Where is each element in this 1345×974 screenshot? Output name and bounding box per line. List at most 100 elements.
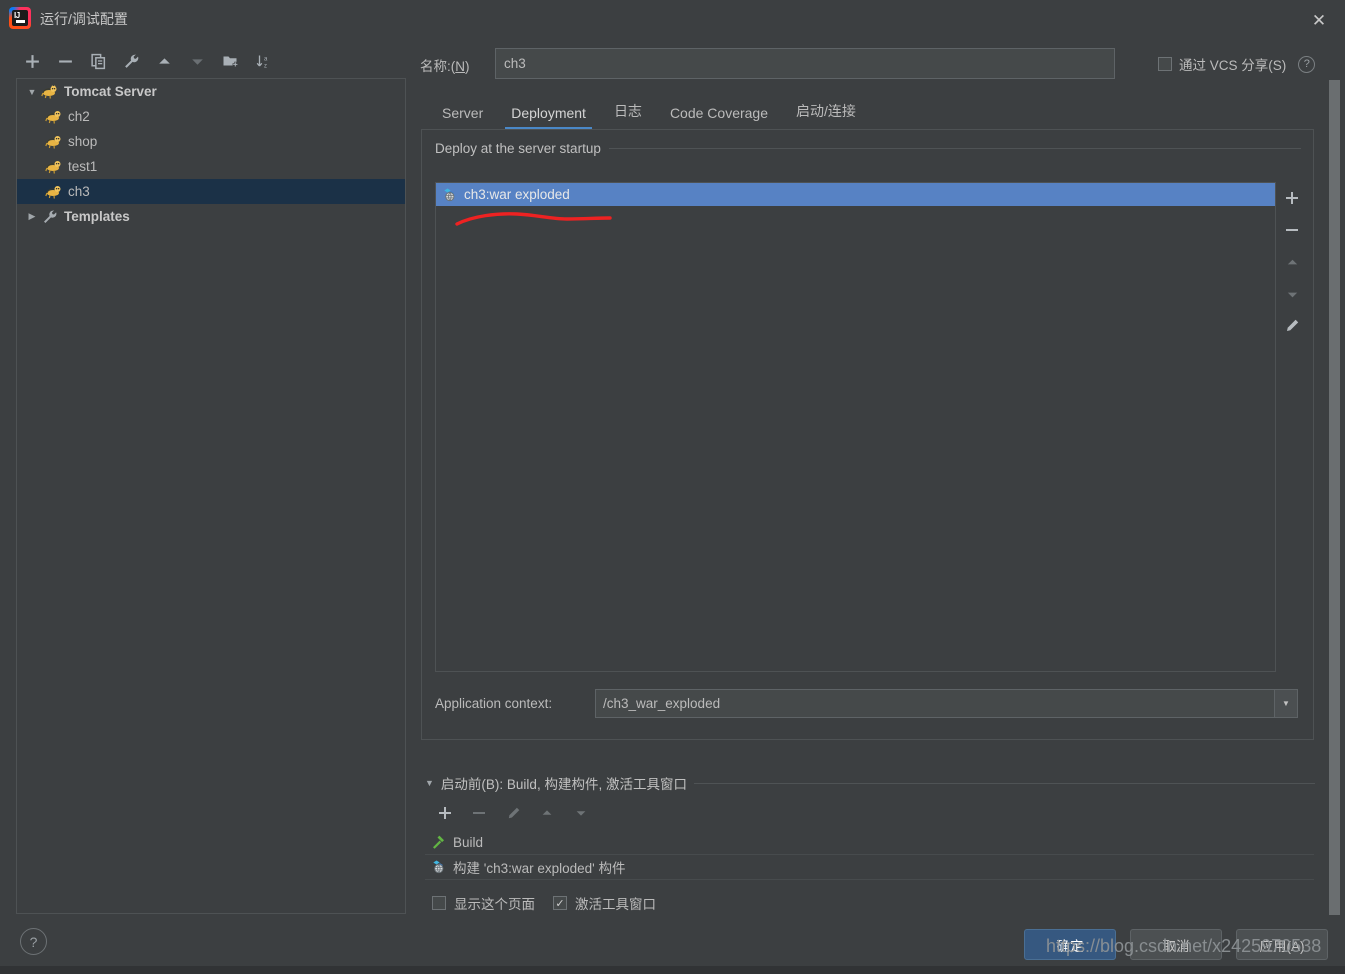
task-label: 构建 'ch3:war exploded' 构件 (453, 861, 626, 876)
tree-node-label: test1 (68, 159, 98, 174)
minus-icon (1286, 229, 1298, 231)
dialog-scrollbar[interactable] (1329, 80, 1340, 915)
intellij-idea-logo-icon: IJ (9, 7, 31, 29)
task-label: Build (453, 834, 484, 850)
edit-templates-button[interactable] (115, 47, 148, 75)
arrow-up-icon (1287, 259, 1297, 264)
ok-button[interactable]: 确定 (1024, 929, 1116, 960)
share-vcs-label: 通过 VCS 分享(S) (1179, 58, 1287, 73)
run-debug-configurations-dialog: IJ 运行/调试配置 ✕ a z ▼ Tomcat Server ch2 sho… (0, 0, 1345, 974)
title-bar: IJ 运行/调试配置 ✕ (0, 0, 1345, 38)
tomcat-icon (45, 184, 63, 200)
tree-node-test1[interactable]: test1 (17, 154, 405, 179)
tree-node-label: Templates (64, 209, 130, 224)
before-launch-task-list[interactable]: Build 构建 'ch3:war exploded' 构件 (425, 830, 1314, 882)
tree-node-shop[interactable]: shop (17, 129, 405, 154)
arrow-down-icon (1287, 292, 1297, 297)
pencil-icon (508, 807, 519, 818)
add-artifact-button[interactable] (1280, 182, 1304, 214)
before-launch-header: ▼ 启动前(B): Build, 构建构件, 激活工具窗口 (425, 773, 1315, 793)
add-task-button[interactable] (428, 800, 462, 826)
tomcat-icon (45, 159, 63, 175)
sort-az-icon: a z (256, 55, 268, 69)
configuration-tabs: Server Deployment 日志 Code Coverage 启动/连接 (428, 96, 870, 129)
scrollbar-thumb[interactable] (1329, 80, 1340, 915)
tree-node-tomcat-server[interactable]: ▼ Tomcat Server (17, 79, 405, 104)
artifact-icon (430, 859, 449, 875)
copy-icon (91, 53, 106, 69)
arrow-up-icon (159, 57, 170, 64)
copy-configuration-button[interactable] (82, 47, 115, 75)
configurations-toolbar: a z (16, 46, 406, 76)
deployment-artifacts-list[interactable]: ch3:war exploded (435, 182, 1276, 672)
remove-artifact-button[interactable] (1280, 214, 1304, 246)
wrench-icon (125, 53, 139, 68)
deploy-group-title: Deploy at the server startup (435, 141, 601, 156)
artifact-side-toolbar (1280, 182, 1304, 358)
show-this-page-checkbox[interactable] (432, 896, 446, 910)
pencil-icon (1287, 319, 1299, 331)
move-down-button[interactable] (181, 47, 214, 75)
tree-node-ch3[interactable]: ch3 (17, 179, 405, 204)
before-launch-title: 启动前(B): Build, 构建构件, 激活工具窗口 (440, 777, 687, 792)
tab-startup-connection[interactable]: 启动/连接 (782, 101, 870, 129)
close-icon[interactable]: ✕ (1307, 8, 1331, 32)
chevron-right-icon[interactable]: ▶ (23, 211, 41, 222)
cancel-button[interactable]: 取消 (1130, 929, 1222, 960)
minus-icon (59, 59, 72, 63)
application-context-label: Application context: (435, 696, 553, 711)
deployment-panel: Deploy at the server startup ch3:war exp… (421, 129, 1314, 740)
before-launch-toolbar (428, 800, 598, 826)
name-field-label: 名称:(N) (420, 59, 470, 74)
configurations-tree[interactable]: ▼ Tomcat Server ch2 shop test1 ch3 ▶ Tem… (16, 78, 406, 914)
tomcat-icon (45, 109, 63, 125)
folder-add-icon (223, 56, 238, 67)
chevron-down-icon[interactable]: ▼ (1274, 690, 1297, 717)
remove-task-button[interactable] (462, 800, 496, 826)
tab-deployment[interactable]: Deployment (497, 105, 600, 129)
add-configuration-button[interactable] (16, 47, 49, 75)
tab-server[interactable]: Server (428, 105, 497, 129)
sort-alphabetically-button[interactable]: a z (247, 47, 280, 75)
list-item[interactable]: Build (425, 830, 1314, 855)
name-input[interactable] (495, 48, 1115, 79)
tree-node-ch2[interactable]: ch2 (17, 104, 405, 129)
remove-configuration-button[interactable] (49, 47, 82, 75)
list-item[interactable]: ch3:war exploded (436, 183, 1275, 206)
task-down-button[interactable] (564, 800, 598, 826)
move-artifact-up-button[interactable] (1280, 246, 1304, 278)
edit-artifact-button[interactable] (1280, 310, 1304, 342)
before-launch-options: 显示这个页面 激活工具窗口 (432, 893, 666, 913)
window-bottom-edge (0, 966, 1345, 974)
move-artifact-down-button[interactable] (1280, 278, 1304, 310)
chevron-down-icon[interactable]: ▼ (425, 778, 434, 788)
edit-task-button[interactable] (496, 800, 530, 826)
share-vcs-checkbox[interactable] (1158, 57, 1172, 71)
chevron-down-icon[interactable]: ▼ (23, 87, 41, 97)
apply-button[interactable]: 应用(A) (1236, 929, 1328, 960)
arrow-down-icon (576, 811, 586, 816)
share-vcs-control: 通过 VCS 分享(S) ? (1158, 54, 1316, 74)
svg-text:z: z (264, 63, 267, 69)
activate-tool-window-checkbox[interactable] (553, 896, 567, 910)
new-folder-button[interactable] (214, 47, 247, 75)
application-context-combobox[interactable]: /ch3_war_exploded ▼ (595, 689, 1298, 718)
share-vcs-help-icon[interactable]: ? (1298, 55, 1316, 73)
arrow-up-icon (542, 810, 552, 815)
tab-logs[interactable]: 日志 (600, 101, 656, 129)
tree-node-label: ch3 (68, 184, 90, 199)
window-title: 运行/调试配置 (40, 11, 128, 27)
task-up-button[interactable] (530, 800, 564, 826)
tree-node-label: ch2 (68, 109, 90, 124)
plus-icon (439, 807, 451, 819)
tab-code-coverage[interactable]: Code Coverage (656, 105, 782, 129)
arrow-down-icon (192, 58, 203, 65)
artifact-label: ch3:war exploded (464, 187, 570, 202)
separator-line (693, 782, 1315, 784)
tree-node-templates[interactable]: ▶ Templates (17, 204, 405, 229)
activate-tool-window-label: 激活工具窗口 (575, 897, 656, 912)
list-item[interactable]: 构建 'ch3:war exploded' 构件 (425, 855, 1314, 880)
move-up-button[interactable] (148, 47, 181, 75)
minus-icon (473, 812, 485, 814)
help-button[interactable]: ? (20, 928, 47, 955)
